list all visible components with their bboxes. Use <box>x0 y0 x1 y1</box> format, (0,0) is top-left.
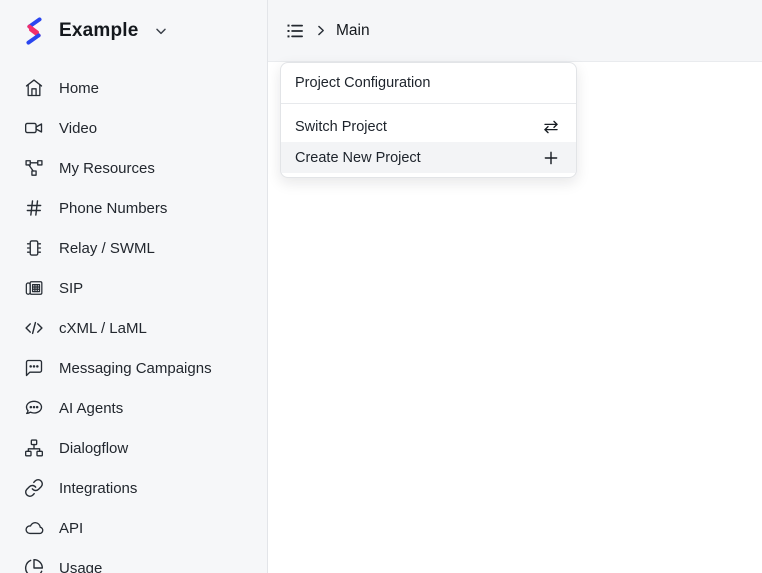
main-area: Main Project Configuration Switch Projec… <box>268 0 762 573</box>
list-icon[interactable] <box>285 21 305 41</box>
topbar: Main <box>268 0 762 62</box>
video-camera-icon <box>24 118 44 138</box>
vector-nodes-icon <box>24 158 44 178</box>
app-window: Example Home Video <box>0 0 762 573</box>
sidebar-item-dialogflow[interactable]: Dialogflow <box>0 428 267 468</box>
code-icon <box>24 318 44 338</box>
sidebar-item-label: API <box>59 520 83 537</box>
menu-item-project-configuration[interactable]: Project Configuration <box>281 63 576 104</box>
sidebar-item-label: My Resources <box>59 160 155 177</box>
menu-item-label: Project Configuration <box>295 75 430 91</box>
menu-item-label: Switch Project <box>295 119 387 135</box>
sidebar-item-label: Video <box>59 120 97 137</box>
chip-icon <box>24 238 44 258</box>
sidebar-item-label: Relay / SWML <box>59 240 155 257</box>
signalwire-logo-icon <box>21 16 47 46</box>
chat-bubble-icon <box>24 398 44 418</box>
sidebar-item-label: cXML / LaML <box>59 320 147 337</box>
sidebar-item-video[interactable]: Video <box>0 108 267 148</box>
sidebar-item-label: Phone Numbers <box>59 200 167 217</box>
sidebar-item-label: Integrations <box>59 480 137 497</box>
breadcrumb-current[interactable]: Main <box>336 22 370 40</box>
sitemap-icon <box>24 438 44 458</box>
sidebar-item-label: Usage <box>59 560 102 573</box>
sidebar-item-messaging-campaigns[interactable]: Messaging Campaigns <box>0 348 267 388</box>
link-icon <box>24 478 44 498</box>
cloud-icon <box>24 518 44 538</box>
sidebar-item-phone-numbers[interactable]: Phone Numbers <box>0 188 267 228</box>
sidebar-item-label: Messaging Campaigns <box>59 360 212 377</box>
hash-icon <box>24 198 44 218</box>
sidebar-item-label: AI Agents <box>59 400 123 417</box>
project-selector[interactable]: Example <box>0 0 267 62</box>
sidebar-item-label: Home <box>59 80 99 97</box>
chevron-down-icon <box>153 23 169 39</box>
sidebar-item-cxml-laml[interactable]: cXML / LaML <box>0 308 267 348</box>
sidebar-item-label: Dialogflow <box>59 440 128 457</box>
sidebar-item-home[interactable]: Home <box>0 68 267 108</box>
menu-item-switch-project[interactable]: Switch Project <box>281 111 576 142</box>
swap-arrows-icon <box>542 118 560 136</box>
chevron-right-icon <box>314 24 327 37</box>
home-icon <box>24 78 44 98</box>
plus-icon <box>542 149 560 167</box>
content-area: Project Configuration Switch Project Cre… <box>268 62 762 573</box>
menu-group: Switch Project Create New Project <box>281 104 576 177</box>
project-dropdown-menu: Project Configuration Switch Project Cre… <box>280 62 577 178</box>
sidebar-item-api[interactable]: API <box>0 508 267 548</box>
sidebar-item-my-resources[interactable]: My Resources <box>0 148 267 188</box>
sidebar-item-sip[interactable]: SIP <box>0 268 267 308</box>
sidebar-nav: Home Video My Resources <box>0 62 267 573</box>
sidebar-item-integrations[interactable]: Integrations <box>0 468 267 508</box>
desk-phone-icon <box>24 278 44 298</box>
project-name: Example <box>59 20 139 42</box>
sidebar-item-relay-swml[interactable]: Relay / SWML <box>0 228 267 268</box>
sidebar-item-ai-agents[interactable]: AI Agents <box>0 388 267 428</box>
menu-item-create-new-project[interactable]: Create New Project <box>281 142 576 173</box>
sidebar-item-label: SIP <box>59 280 83 297</box>
sidebar-item-usage[interactable]: Usage <box>0 548 267 573</box>
sidebar: Example Home Video <box>0 0 268 573</box>
pie-chart-icon <box>24 558 44 573</box>
menu-item-label: Create New Project <box>295 150 421 166</box>
message-square-icon <box>24 358 44 378</box>
